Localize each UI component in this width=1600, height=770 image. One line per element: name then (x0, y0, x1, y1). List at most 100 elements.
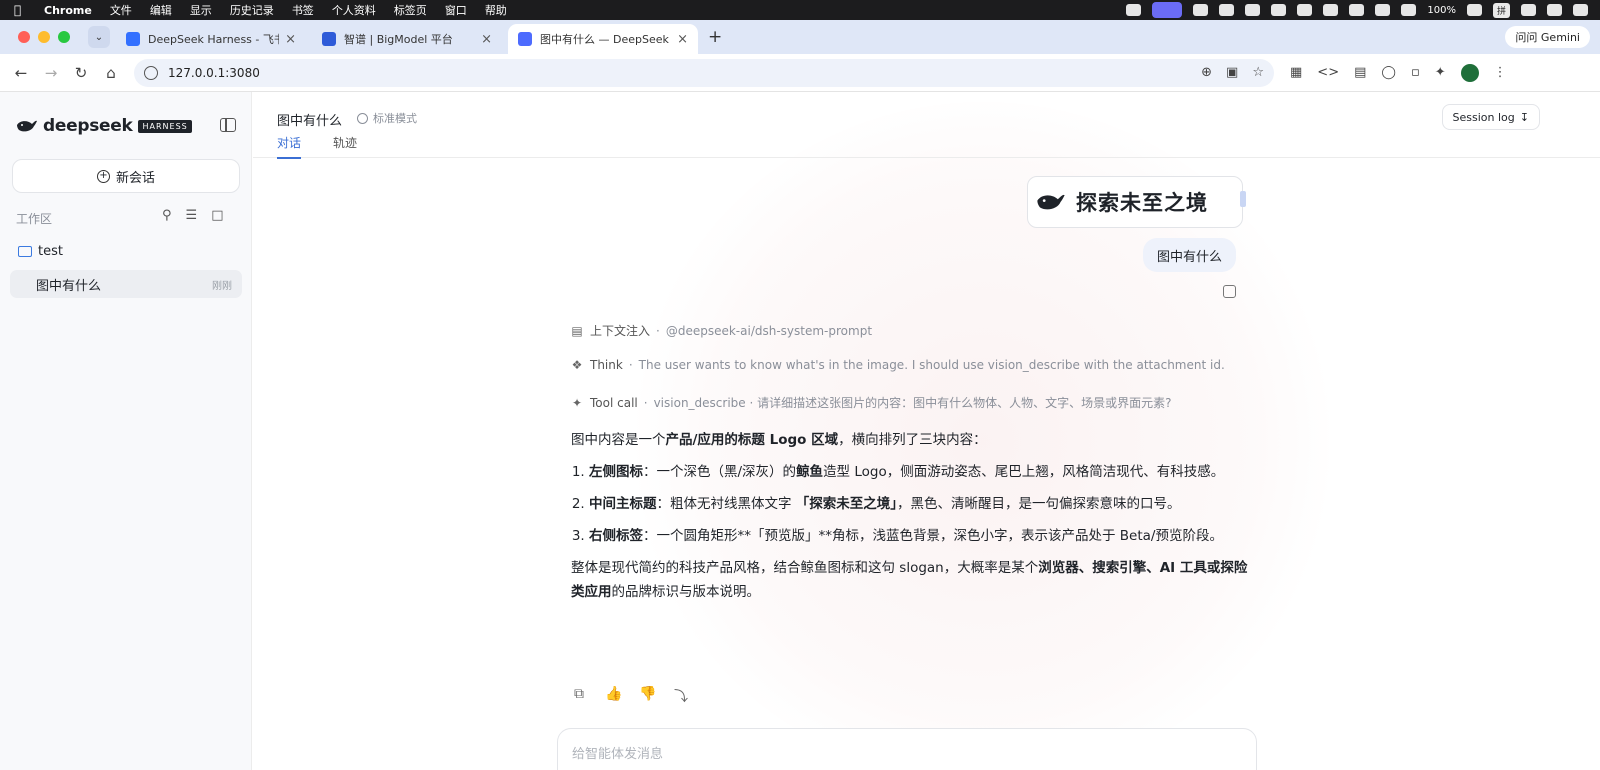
trash-icon[interactable]: ▫ (1411, 65, 1420, 80)
menu-app-name[interactable]: Chrome (44, 4, 92, 17)
workspace-actions: ⚲ ☰ □ (162, 208, 223, 223)
folder-item[interactable]: test (18, 244, 63, 259)
trace-context[interactable]: ▤ 上下文注入 · @deepseek-ai/dsh-system-prompt (571, 322, 872, 339)
status-app-icon[interactable] (1271, 4, 1287, 16)
devtools-icon[interactable]: <> (1317, 65, 1339, 80)
install-app-icon[interactable]: ▣ (1226, 65, 1238, 80)
status-app-icon[interactable] (1126, 4, 1142, 16)
omnibox-actions: ⊕ ▣ ☆ (1201, 65, 1264, 80)
mode-indicator[interactable]: 标准模式 (357, 110, 417, 126)
battery-icon[interactable] (1466, 4, 1482, 16)
trace-label: Tool call (590, 395, 638, 410)
menu-view[interactable]: 显示 (190, 2, 212, 18)
pin-icon[interactable]: ✦ (1435, 65, 1446, 80)
filter-icon[interactable]: ☰ (186, 208, 198, 223)
trace-tool-call[interactable]: ✦ Tool call · vision_describe · 请详细描述这张图… (571, 394, 1172, 411)
close-tab-icon[interactable]: × (285, 32, 296, 47)
minimize-window-button[interactable] (38, 31, 50, 43)
answer-list: 左侧图标：一个深色（黑/深灰）的鲸鱼造型 Logo，侧面游动姿态、尾巴上翘，风格… (571, 460, 1251, 548)
reader-icon[interactable]: ▤ (1354, 65, 1366, 80)
extensions-puzzle-icon[interactable]: ▦ (1290, 65, 1302, 80)
chat-main: 图中有什么 标准模式 对话 轨迹 Session log ↧ 探索未至之境 图中… (253, 92, 1600, 770)
session-time: 刚刚 (212, 280, 232, 292)
item-bold: 鲸鱼 (796, 464, 824, 480)
menu-bookmarks[interactable]: 书签 (292, 2, 314, 18)
branch-icon[interactable]: ⤵ (673, 686, 689, 706)
browser-menu-icon[interactable]: ⋮ (1494, 65, 1507, 80)
browser-toolbar: ← → ↻ ⌂ 127.0.0.1:3080 ⊕ ▣ ☆ ▦ <> ▤ ◯ ▫ … (0, 54, 1600, 92)
new-folder-icon[interactable]: □ (211, 208, 223, 223)
home-icon[interactable]: ⌂ (96, 64, 126, 82)
session-item[interactable]: 图中有什么 刚刚 (10, 270, 242, 298)
composer-placeholder[interactable]: 给智能体发消息 (572, 747, 663, 762)
tab-trace[interactable]: 轨迹 (333, 134, 357, 159)
plus-circle-icon: + (96, 169, 110, 183)
close-window-button[interactable] (18, 31, 30, 43)
list-item: 右侧标签：一个圆角矩形**「预览版」**角标，浅蓝色背景，深色小字，表示该产品处… (589, 524, 1251, 548)
sidebar: deepseek HARNESS + 新会话 工作区 ⚲ ☰ □ test 图中… (0, 92, 252, 770)
zoom-icon[interactable]: ⊕ (1201, 65, 1212, 80)
assistant-answer: 图中内容是一个产品/应用的标题 Logo 区域，横向排列了三块内容： 左侧图标：… (571, 428, 1251, 604)
status-app-icon[interactable] (1193, 4, 1209, 16)
status-app-icon[interactable] (1401, 4, 1417, 16)
whale-logo-icon (1037, 194, 1065, 210)
menu-edit[interactable]: 编辑 (150, 2, 172, 18)
deepseek-favicon-icon (518, 32, 532, 46)
macos-menubar:  Chrome 文件 编辑 显示 历史记录 书签 个人资料 标签页 窗口 帮助… (0, 0, 1600, 20)
profile-avatar[interactable] (1460, 63, 1479, 82)
item-title: 中间主标题 (589, 496, 657, 512)
menu-profiles[interactable]: 个人资料 (332, 2, 376, 18)
wifi-icon[interactable] (1521, 4, 1536, 16)
browser-tab-active[interactable]: 图中有什么 — DeepSeek Harn × (508, 24, 698, 54)
mode-icon (357, 112, 368, 124)
feishu-favicon-icon (126, 32, 140, 46)
search-icon[interactable]: ⚲ (162, 208, 172, 223)
menu-help[interactable]: 帮助 (485, 2, 507, 18)
close-tab-icon[interactable]: × (481, 32, 492, 47)
ask-gemini-button[interactable]: 问问 Gemini (1505, 26, 1590, 48)
sidebar-toggle-icon[interactable] (220, 118, 236, 132)
new-tab-icon[interactable]: + (708, 27, 722, 47)
address-bar[interactable]: 127.0.0.1:3080 ⊕ ▣ ☆ (134, 58, 1274, 87)
trace-think[interactable]: ❖ Think · The user wants to know what's … (571, 358, 1225, 372)
page-title: 图中有什么 (277, 114, 343, 129)
browser-tab[interactable]: DeepSeek Harness - 飞书云文 × (116, 24, 306, 54)
status-screen-icon[interactable] (1152, 2, 1183, 18)
url-text[interactable]: 127.0.0.1:3080 (168, 66, 1201, 80)
status-app-icon[interactable] (1245, 4, 1261, 16)
image-attachment[interactable]: 探索未至之境 (1027, 176, 1246, 228)
thumbs-down-icon[interactable]: 👎 (639, 686, 656, 706)
menu-history[interactable]: 历史记录 (230, 2, 274, 18)
zoom-window-button[interactable] (58, 31, 70, 43)
tab-conversation[interactable]: 对话 (277, 134, 302, 159)
status-app-icon[interactable] (1349, 4, 1365, 16)
message-composer[interactable]: 给智能体发消息 (557, 728, 1257, 770)
translate-icon[interactable]: ◯ (1381, 65, 1396, 80)
menu-tabs[interactable]: 标签页 (394, 2, 427, 18)
status-app-icon[interactable] (1323, 4, 1339, 16)
control-center-icon[interactable] (1573, 4, 1588, 16)
back-icon[interactable]: ← (6, 64, 36, 82)
input-method-indicator[interactable]: 拼 (1492, 2, 1510, 18)
thumbs-up-icon[interactable]: 👍 (605, 686, 622, 706)
site-info-icon[interactable] (144, 65, 158, 80)
copy-icon[interactable] (1223, 285, 1236, 298)
browser-tab[interactable]: 智谱 | BigModel 平台 × (312, 24, 502, 54)
reload-icon[interactable]: ↻ (66, 64, 96, 82)
search-icon[interactable] (1547, 4, 1562, 16)
close-tab-icon[interactable]: × (677, 32, 688, 47)
apple-icon[interactable]:  (14, 3, 30, 17)
session-log-button[interactable]: Session log ↧ (1441, 104, 1540, 130)
status-app-icon[interactable] (1297, 4, 1313, 16)
menu-window[interactable]: 窗口 (445, 2, 467, 18)
status-app-icon[interactable] (1375, 4, 1391, 16)
status-app-icon[interactable] (1219, 4, 1235, 16)
tab-title: DeepSeek Harness - 飞书云文 (148, 33, 279, 46)
forward-icon[interactable]: → (36, 64, 66, 82)
bookmark-star-icon[interactable]: ☆ (1252, 65, 1264, 80)
tab-search-button[interactable]: ⌄ (88, 26, 110, 48)
copy-icon[interactable]: ⧉ (571, 686, 587, 706)
menu-file[interactable]: 文件 (110, 2, 132, 18)
new-chat-button[interactable]: + 新会话 (12, 159, 240, 193)
think-icon: ❖ (571, 358, 583, 372)
